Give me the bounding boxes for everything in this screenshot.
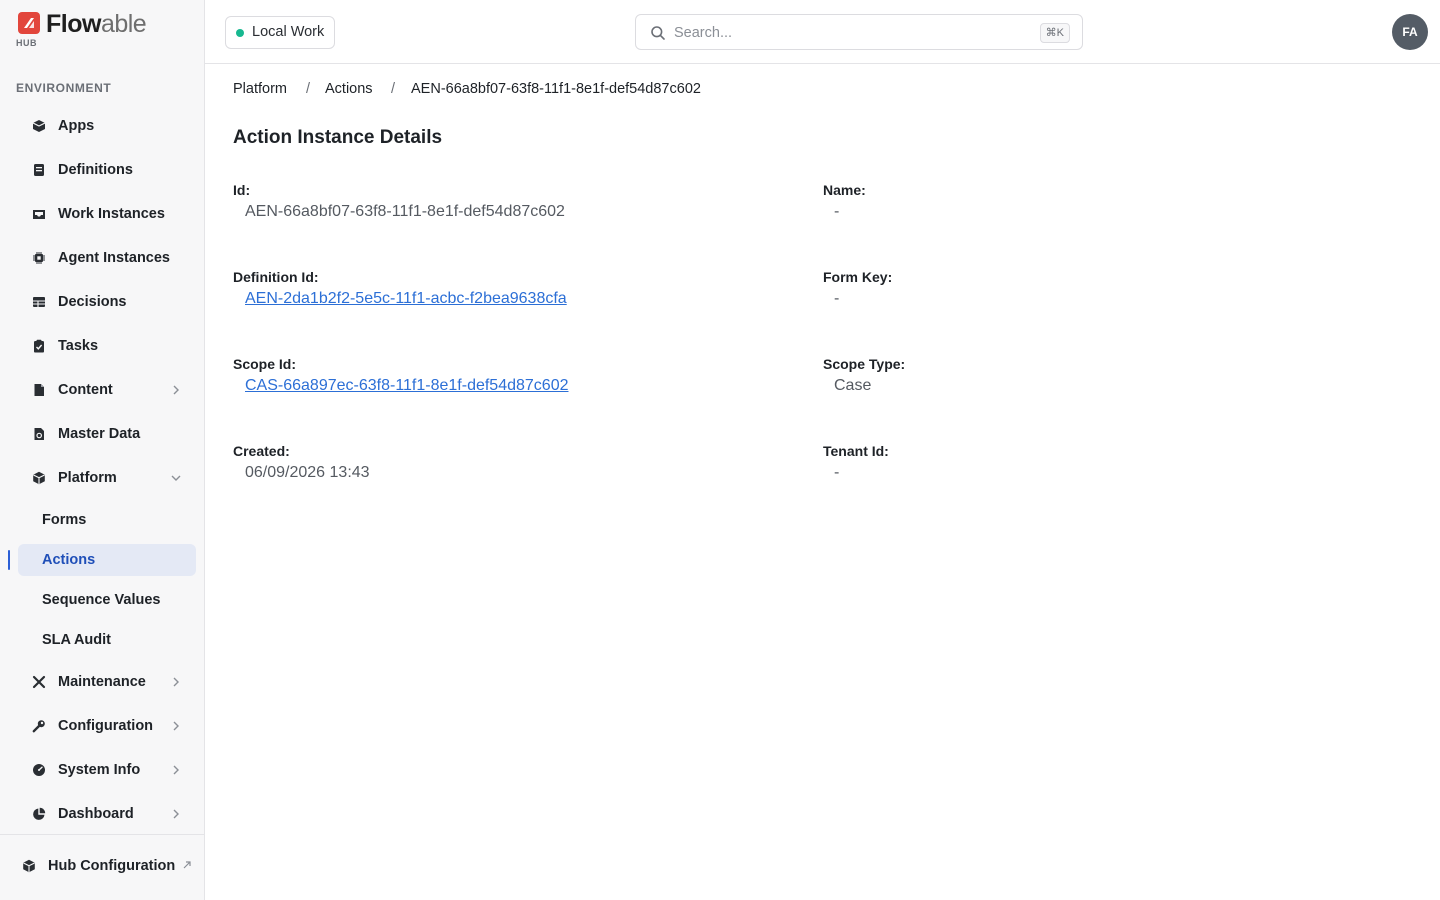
definition-id-link[interactable]: AEN-2da1b2f2-5e5c-11f1-acbc-f2bea9638cfa — [245, 290, 567, 308]
field-label-form-key: Form Key: — [823, 269, 893, 285]
environment-label: Local Work — [252, 24, 325, 40]
page-title: Action Instance Details — [233, 127, 443, 148]
hub-configuration-link[interactable]: Hub Configuration — [8, 850, 196, 882]
pie-chart-icon — [33, 807, 46, 820]
field-value-tenant-id: - — [834, 464, 840, 481]
field-label-id: Id: — [233, 182, 251, 198]
field-label-scope-id: Scope Id: — [233, 356, 297, 372]
environment-selector[interactable]: Local Work — [225, 16, 335, 49]
field-label-tenant-id: Tenant Id: — [823, 443, 889, 459]
search-icon — [651, 26, 665, 40]
sidebar-item-label: Master Data — [58, 426, 141, 442]
chevron-right-icon — [173, 809, 179, 819]
breadcrumb-current: AEN-66a8bf07-63f8-11f1-8e1f-def54d87c602 — [411, 81, 701, 97]
book-icon — [34, 164, 44, 176]
sidebar-item-label: Definitions — [58, 162, 133, 178]
chevron-right-icon — [173, 721, 179, 731]
sidebar-item-decisions[interactable]: Decisions — [18, 286, 196, 318]
file-cog-icon — [34, 428, 44, 440]
logo-wordmark: Flowable — [46, 10, 147, 38]
chevron-right-icon — [173, 385, 179, 395]
sidebar-subitem-sequence-values[interactable]: Sequence Values — [18, 584, 196, 616]
sidebar-subitem-label: Sequence Values — [42, 592, 161, 608]
sidebar-item-label: Platform — [58, 470, 117, 486]
sidebar-item-content[interactable]: Content — [18, 374, 196, 406]
chevron-right-icon — [173, 677, 179, 687]
field-value-created: 06/09/2026 13:43 — [245, 464, 370, 481]
sidebar-item-label: System Info — [58, 762, 141, 778]
scope-id-link[interactable]: CAS-66a897ec-63f8-11f1-8e1f-def54d87c602 — [245, 377, 569, 395]
sidebar-subitem-sla-audit[interactable]: SLA Audit — [18, 624, 196, 656]
sidebar-item-label: Dashboard — [58, 806, 134, 822]
inbox-icon — [33, 210, 45, 219]
box-icon — [32, 120, 46, 132]
field-label-created: Created: — [233, 443, 290, 459]
gauge-icon — [33, 764, 45, 776]
field-label-name: Name: — [823, 182, 866, 198]
chip-icon — [33, 252, 45, 264]
sidebar-item-label: Decisions — [58, 294, 127, 310]
sidebar-subitem-label: SLA Audit — [42, 632, 111, 648]
breadcrumb-actions[interactable]: Actions — [325, 81, 373, 97]
breadcrumb-platform[interactable]: Platform — [233, 81, 287, 97]
sidebar-item-label: Content — [58, 382, 113, 398]
sidebar-section-label: ENVIRONMENT — [16, 81, 112, 95]
global-search[interactable]: ⌘K — [635, 14, 1083, 50]
topbar: Local Work ⌘K FA — [205, 0, 1440, 64]
chevron-down-icon — [171, 475, 181, 481]
sidebar-item-apps[interactable]: Apps — [18, 110, 196, 142]
tools-icon — [32, 675, 46, 689]
sidebar-item-dashboard[interactable]: Dashboard — [18, 798, 196, 830]
sidebar-item-label: Work Instances — [58, 206, 165, 222]
field-value-id: AEN-66a8bf07-63f8-11f1-8e1f-def54d87c602 — [245, 203, 565, 220]
sidebar-item-label: Agent Instances — [58, 250, 170, 266]
sidebar-subitem-label: Actions — [42, 552, 96, 568]
field-value-name: - — [834, 203, 840, 220]
sidebar-item-label: Maintenance — [58, 674, 146, 690]
sidebar-item-agent-instances[interactable]: Agent Instances — [18, 242, 196, 274]
external-link-icon — [183, 861, 191, 869]
hub-configuration-label: Hub Configuration — [48, 858, 176, 874]
cube-icon — [33, 471, 45, 485]
flowable-hub-logo[interactable]: Flowable HUB — [16, 10, 156, 50]
sidebar-item-configuration[interactable]: Configuration — [18, 710, 196, 742]
table-icon — [33, 297, 45, 307]
wrench-icon — [32, 720, 45, 733]
sidebar-item-master-data[interactable]: Master Data — [18, 418, 196, 450]
flowable-logo-icon — [18, 12, 40, 34]
sidebar-item-label: Tasks — [58, 338, 99, 354]
sidebar-item-work-instances[interactable]: Work Instances — [18, 198, 196, 230]
active-indicator — [8, 550, 10, 570]
sidebar-item-definitions[interactable]: Definitions — [18, 154, 196, 186]
field-value-form-key: - — [834, 290, 840, 307]
sidebar: Flowable HUB ENVIRONMENT Apps Definition… — [0, 0, 205, 900]
sidebar-item-label: Apps — [58, 118, 95, 134]
logo-subtitle: HUB — [16, 38, 37, 48]
sidebar-item-tasks[interactable]: Tasks — [18, 330, 196, 362]
environment-status-dot — [236, 29, 244, 37]
sidebar-item-label: Configuration — [58, 718, 154, 734]
field-label-definition-id: Definition Id: — [233, 269, 319, 285]
user-avatar[interactable]: FA — [1392, 14, 1428, 50]
sidebar-subitem-forms[interactable]: Forms — [18, 504, 196, 536]
breadcrumb-separator: / — [306, 81, 311, 97]
clipboard-check-icon — [34, 339, 44, 353]
document-icon — [34, 384, 44, 396]
search-input[interactable] — [674, 23, 1014, 43]
search-shortcut-hint: ⌘K — [1039, 23, 1070, 43]
breadcrumb-separator: / — [391, 81, 396, 97]
chevron-right-icon — [173, 765, 179, 775]
cube-icon — [23, 859, 35, 873]
sidebar-item-maintenance[interactable]: Maintenance — [18, 666, 196, 698]
sidebar-item-system-info[interactable]: System Info — [18, 754, 196, 786]
field-value-scope-type: Case — [834, 377, 872, 394]
field-label-scope-type: Scope Type: — [823, 356, 906, 372]
sidebar-subitem-actions[interactable]: Actions — [18, 544, 196, 576]
sidebar-subitem-label: Forms — [42, 512, 87, 528]
sidebar-divider — [0, 834, 204, 835]
sidebar-item-platform[interactable]: Platform — [18, 462, 196, 494]
